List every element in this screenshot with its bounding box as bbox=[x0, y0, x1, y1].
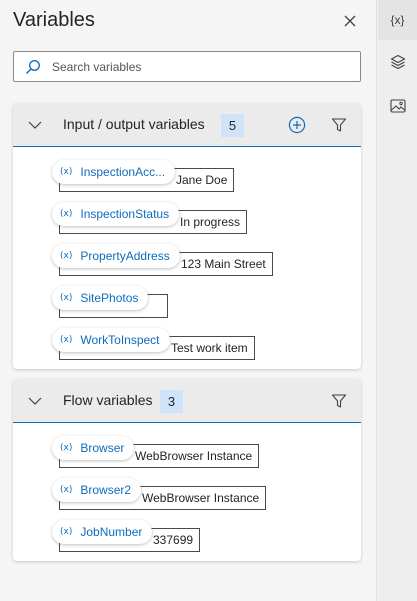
variable-row: WebBrowser Instance (x) Browser bbox=[13, 431, 361, 473]
variable-type-icon: (x) bbox=[60, 443, 73, 453]
variable-row: 123 Main Street (x) PropertyAddress bbox=[13, 239, 361, 281]
variable-chip[interactable]: (x) Browser bbox=[52, 436, 135, 460]
variable-name: InspectionAcc... bbox=[80, 165, 166, 179]
flow-variables-title: Flow variables bbox=[63, 392, 153, 408]
io-variables-title: Input / output variables bbox=[63, 116, 205, 132]
search-icon bbox=[14, 59, 44, 75]
variable-row: In progress (x) InspectionStatus bbox=[13, 197, 361, 239]
search-input[interactable] bbox=[44, 59, 360, 74]
variable-name: SitePhotos bbox=[80, 291, 139, 305]
variable-name: Browser bbox=[80, 441, 125, 455]
chevron-down-icon[interactable] bbox=[27, 117, 43, 133]
variable-chip[interactable]: (x) InspectionStatus bbox=[52, 202, 180, 226]
variable-type-icon: (x) bbox=[60, 335, 73, 345]
panel-title: Variables bbox=[13, 9, 95, 31]
variable-chip[interactable]: (x) WorkToInspect bbox=[52, 328, 170, 352]
variable-row: Test work item (x) WorkToInspect bbox=[13, 323, 361, 365]
variables-icon-glyph: {x} bbox=[390, 13, 405, 27]
variable-type-icon: (x) bbox=[60, 293, 73, 303]
variable-row: WebBrowser Instance (x) Browser2 bbox=[13, 473, 361, 515]
variables-icon[interactable]: {x} bbox=[378, 0, 417, 40]
variable-chip[interactable]: (x) SitePhotos bbox=[52, 286, 149, 310]
variable-type-icon: (x) bbox=[60, 167, 73, 177]
side-rail: {x} bbox=[378, 0, 417, 601]
io-variables-card: Input / output variables 5 Jane Doe (x) In… bbox=[13, 103, 361, 369]
variable-name: WorkToInspect bbox=[80, 333, 160, 347]
variable-row: 337699 (x) JobNumber bbox=[13, 515, 361, 557]
variable-chip[interactable]: (x) Browser2 bbox=[52, 478, 142, 502]
search-box[interactable] bbox=[13, 51, 361, 82]
filter-icon[interactable] bbox=[331, 393, 347, 409]
flow-variables-card: Flow variables 3 WebBrowser Instance (x) B… bbox=[13, 379, 361, 561]
variable-chip[interactable]: (x) InspectionAcc... bbox=[52, 160, 176, 184]
chevron-down-icon[interactable] bbox=[27, 393, 43, 409]
layers-icon[interactable] bbox=[378, 42, 417, 82]
variable-name: PropertyAddress bbox=[80, 249, 170, 263]
variable-type-icon: (x) bbox=[60, 485, 73, 495]
add-variable-icon[interactable] bbox=[288, 116, 306, 134]
variable-type-icon: (x) bbox=[60, 209, 73, 219]
variable-chip[interactable]: (x) PropertyAddress bbox=[52, 244, 180, 268]
variable-type-icon: (x) bbox=[60, 251, 73, 261]
variable-name: Browser2 bbox=[80, 483, 132, 497]
variable-row: (x) SitePhotos bbox=[13, 281, 361, 323]
image-icon[interactable] bbox=[378, 86, 417, 126]
variable-name: InspectionStatus bbox=[80, 207, 170, 221]
close-icon[interactable] bbox=[340, 11, 360, 31]
filter-icon[interactable] bbox=[331, 117, 347, 133]
io-variables-count-badge: 5 bbox=[221, 114, 244, 137]
io-variables-header[interactable]: Input / output variables 5 bbox=[13, 103, 361, 147]
flow-variables-count-badge: 3 bbox=[160, 390, 183, 413]
variable-chip[interactable]: (x) JobNumber bbox=[52, 520, 153, 544]
variable-type-icon: (x) bbox=[60, 527, 73, 537]
variable-name: JobNumber bbox=[80, 525, 143, 539]
flow-variables-header[interactable]: Flow variables 3 bbox=[13, 379, 361, 423]
variable-row: Jane Doe (x) InspectionAcc... bbox=[13, 155, 361, 197]
variables-panel: Variables Input / output variables 5 Jan… bbox=[0, 0, 377, 601]
